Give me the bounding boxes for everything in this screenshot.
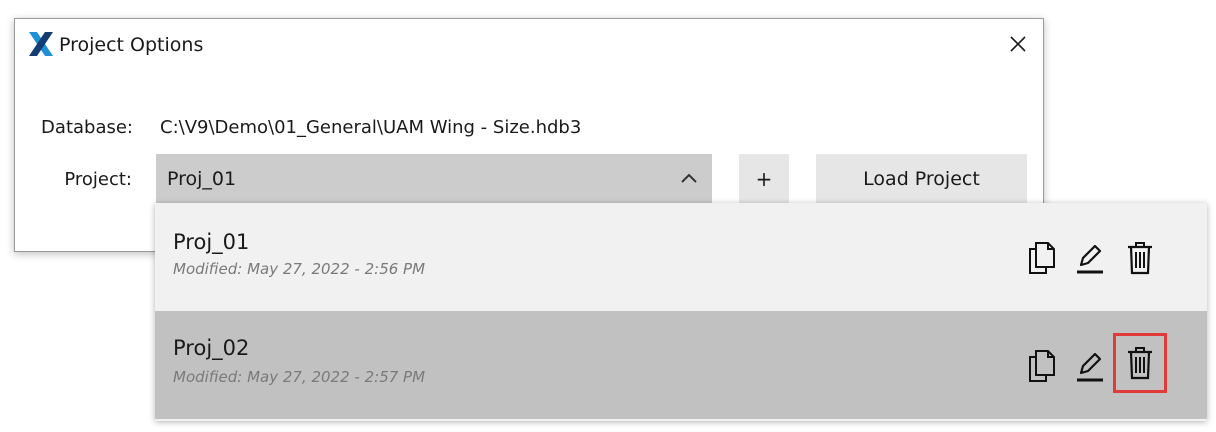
rename-project-button[interactable] [1073,347,1107,385]
project-modified: Modified: May 27, 2022 - 2:57 PM [173,368,426,386]
project-list-item[interactable]: Proj_02 Modified: May 27, 2022 - 2:57 PM [155,311,1207,419]
project-modified: Modified: May 27, 2022 - 2:56 PM [173,260,426,278]
load-project-button[interactable]: Load Project [816,154,1027,204]
delete-icon [1128,347,1152,380]
project-label: Project: [64,169,132,190]
close-button[interactable] [1005,31,1031,57]
copy-project-button[interactable] [1024,347,1058,385]
rename-project-button[interactable] [1073,239,1107,277]
project-name: Proj_02 [173,336,250,360]
edit-icon [1077,244,1103,274]
project-list-item[interactable]: Proj_01 Modified: May 27, 2022 - 2:56 PM [155,203,1207,310]
database-path: C:\V9\Demo\01_General\UAM Wing - Size.hd… [160,117,582,138]
add-project-button[interactable]: + [739,154,789,204]
stage: Project Options Database: C:\V9\Demo\01_… [0,0,1216,432]
database-label: Database: [41,117,133,138]
copy-icon [1029,350,1055,382]
title-bar[interactable]: Project Options [15,19,1043,71]
project-selected-value: Proj_01 [167,168,237,190]
copy-icon [1029,242,1055,274]
chevron-up-icon [680,170,698,188]
edit-icon [1077,352,1103,382]
delete-icon [1128,242,1152,275]
dialog-title: Project Options [59,34,204,56]
app-logo-icon [27,30,55,58]
project-combobox[interactable]: Proj_01 [156,154,712,204]
project-name: Proj_01 [173,230,250,254]
copy-project-button[interactable] [1024,239,1058,277]
delete-project-button[interactable] [1123,239,1157,277]
project-dropdown-list: Proj_01 Modified: May 27, 2022 - 2:56 PM [155,203,1207,421]
delete-project-button[interactable] [1113,333,1167,393]
close-icon [1010,36,1026,52]
